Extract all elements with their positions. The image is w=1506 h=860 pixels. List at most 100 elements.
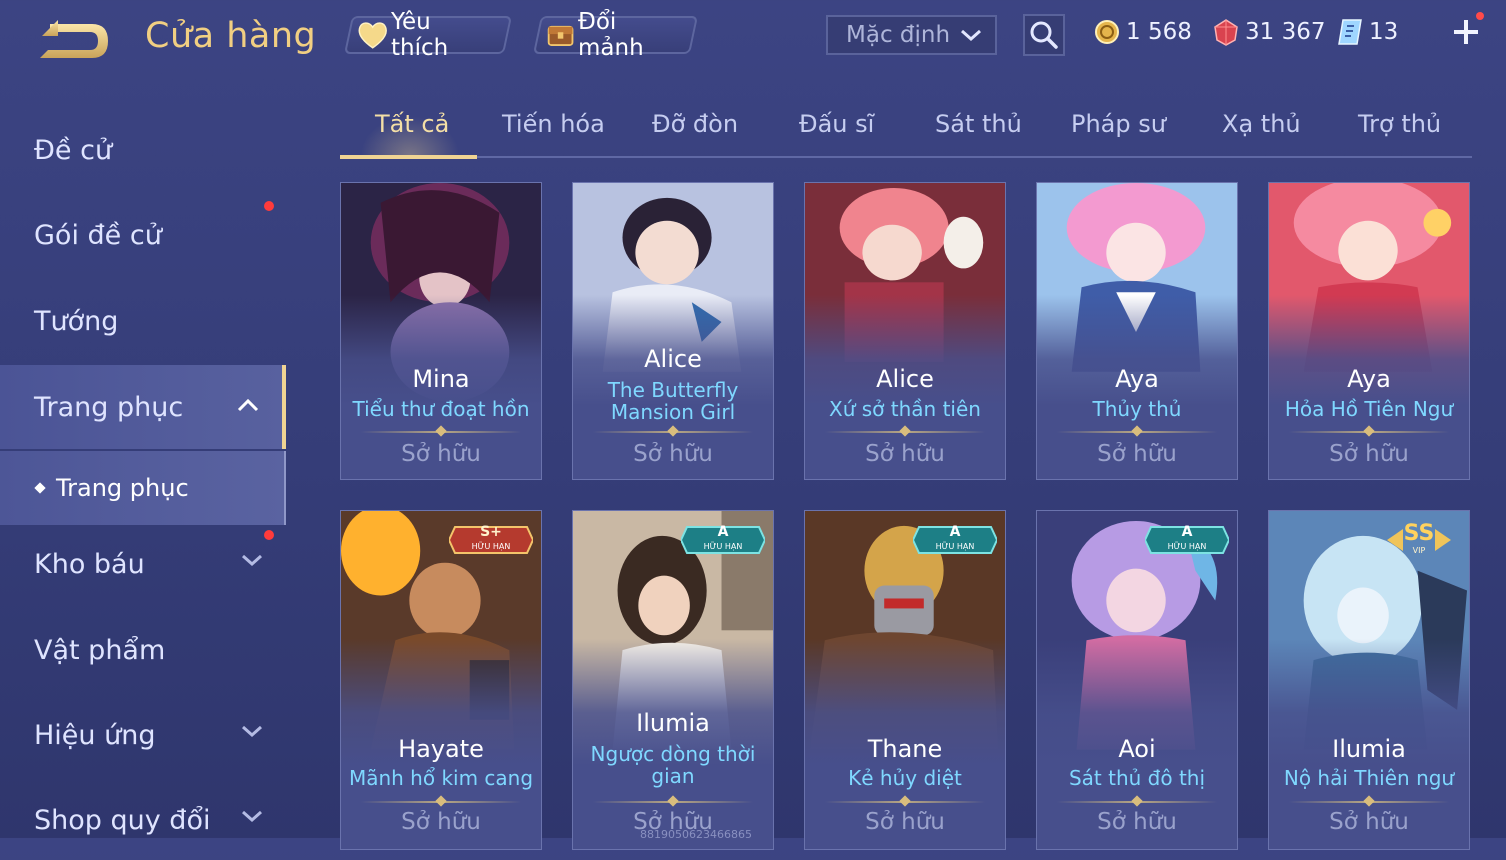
badge-limited: HỮU HẠN xyxy=(1167,542,1207,551)
voucher-ticket-icon xyxy=(1338,19,1362,45)
skin-card[interactable]: S+ HỮU HẠN Hayate Mãnh hổ kim cang Sở hữ… xyxy=(340,510,542,850)
gem-amount: 31 367 xyxy=(1245,19,1326,45)
exchange-label: Đổi mảnh xyxy=(578,9,644,61)
ownership-status: Sở hữu xyxy=(1329,441,1409,467)
search-icon xyxy=(1030,21,1058,49)
tab-mage[interactable]: Pháp sư xyxy=(1071,110,1166,138)
badge-limited: HỮU HẠN xyxy=(703,542,743,551)
ownership-status: Sở hữu xyxy=(1097,441,1177,467)
skin-card[interactable]: A HỮU HẠN Ilumia Ngược dòng thời gian Sở… xyxy=(572,510,774,850)
skin-name: Sát thủ đô thị xyxy=(1068,766,1206,790)
tab-tank[interactable]: Đỡ đòn xyxy=(652,110,738,138)
sidebar-item-skins[interactable]: Trang phục xyxy=(0,365,286,449)
tab-all[interactable]: Tất cả xyxy=(375,110,449,138)
card-divider xyxy=(361,425,521,437)
sidebar: Đề cử Gói đề cử Tướng Trang phục Trang p… xyxy=(0,100,290,838)
tab-fighter[interactable]: Đấu sĩ xyxy=(799,110,874,138)
user-id-watermark: 8819050623466865 xyxy=(640,828,752,841)
ownership-status: Sở hữu xyxy=(1097,809,1177,835)
add-currency-icon[interactable] xyxy=(1450,16,1482,48)
skin-card[interactable]: Mina Tiểu thư đoạt hồn Sở hữu xyxy=(340,182,542,480)
exchange-fragments-button[interactable]: Đổi mảnh xyxy=(532,9,699,61)
notification-dot xyxy=(1476,12,1484,20)
skin-name: Ngược dòng thời gian xyxy=(590,742,756,788)
sidebar-item-label: Hiệu ứng xyxy=(34,719,156,751)
rank-badge: SS VIP xyxy=(1377,521,1461,557)
bullet-diamond-icon xyxy=(34,482,46,494)
badge-rank: A xyxy=(717,524,729,540)
sidebar-item-label: Trang phục xyxy=(34,391,184,423)
hero-name: Thane xyxy=(867,735,943,763)
skin-name: Xứ sở thần tiên xyxy=(829,397,981,421)
card-divider xyxy=(361,795,521,807)
sidebar-item-recommended[interactable]: Đề cử xyxy=(0,110,286,190)
notification-dot xyxy=(264,201,274,211)
tab-marksman[interactable]: Xạ thủ xyxy=(1222,110,1301,138)
sidebar-item-recommended-packs[interactable]: Gói đề cử xyxy=(0,195,286,275)
skin-card[interactable]: Aya Hỏa Hồ Tiên Ngư Sở hữu xyxy=(1268,182,1470,480)
sidebar-item-heroes[interactable]: Tướng xyxy=(0,281,286,361)
tab-support[interactable]: Trợ thủ xyxy=(1358,110,1441,138)
hero-name: Ilumia xyxy=(1332,735,1406,763)
gold-balance: 1 568 xyxy=(1094,15,1192,49)
badge-limited: HỮU HẠN xyxy=(471,542,511,551)
sidebar-subitem-label: Trang phục xyxy=(56,474,189,502)
card-divider xyxy=(593,425,753,437)
sidebar-item-effects[interactable]: Hiệu ứng xyxy=(0,695,286,775)
sidebar-item-label: Gói đề cử xyxy=(34,219,162,251)
back-arrow-icon[interactable] xyxy=(36,18,112,64)
sidebar-item-label: Tướng xyxy=(34,305,119,337)
page-title: Cửa hàng xyxy=(145,16,317,56)
tab-assassin[interactable]: Sát thủ xyxy=(935,110,1022,138)
badge-rank: SS xyxy=(1403,521,1435,546)
hero-name: Alice xyxy=(876,365,934,393)
treasure-chest-icon xyxy=(547,25,574,46)
badge-limited: HỮU HẠN xyxy=(935,542,975,551)
skin-name: Hỏa Hồ Tiên Ngư xyxy=(1284,397,1454,421)
rank-badge: A HỮU HẠN xyxy=(911,523,999,557)
sidebar-item-items[interactable]: Vật phẩm xyxy=(0,610,286,690)
voucher-balance: 13 xyxy=(1337,15,1398,49)
hero-name: Aya xyxy=(1347,365,1391,393)
sidebar-subitem-skins[interactable]: Trang phục xyxy=(0,451,286,525)
skin-card[interactable]: A HỮU HẠN Aoi Sát thủ đô thị Sở hữu xyxy=(1036,510,1238,850)
hero-name: Aya xyxy=(1115,365,1159,393)
sidebar-item-exchange-shop[interactable]: Shop quy đổi xyxy=(0,780,286,860)
skin-card[interactable]: Aya Thủy thủ Sở hữu xyxy=(1036,182,1238,480)
sidebar-item-treasure[interactable]: Kho báu xyxy=(0,524,286,604)
search-button[interactable] xyxy=(1023,14,1065,56)
red-gem-icon xyxy=(1214,19,1238,46)
active-tab-indicator xyxy=(340,155,477,159)
ownership-status: Sở hữu xyxy=(1329,809,1409,835)
rank-badge: S+ HỮU HẠN xyxy=(447,523,535,557)
voucher-amount: 13 xyxy=(1369,19,1399,45)
sidebar-item-label: Vật phẩm xyxy=(34,634,166,666)
card-divider xyxy=(1057,425,1217,437)
card-divider xyxy=(1289,795,1449,807)
ownership-status: Sở hữu xyxy=(633,441,713,467)
card-divider xyxy=(593,795,753,807)
gold-amount: 1 568 xyxy=(1126,19,1192,45)
tab-evolution[interactable]: Tiến hóa xyxy=(502,110,605,138)
skin-name: Nộ hải Thiên ngư xyxy=(1283,766,1455,790)
sidebar-item-label: Kho báu xyxy=(34,548,145,580)
hero-name: Mina xyxy=(412,365,470,393)
skin-card[interactable]: Alice Xứ sở thần tiên Sở hữu xyxy=(804,182,1006,480)
hero-name: Ilumia xyxy=(636,709,710,737)
hero-name: Aoi xyxy=(1118,735,1156,763)
chevron-down-icon xyxy=(242,554,262,567)
sidebar-item-label: Đề cử xyxy=(34,134,113,166)
skin-card[interactable]: Alice The Butterfly Mansion Girl Sở hữu xyxy=(572,182,774,480)
sort-dropdown[interactable]: Mặc định xyxy=(826,15,997,55)
chevron-down-icon xyxy=(242,810,262,823)
chevron-up-icon xyxy=(237,398,259,412)
rank-badge: A HỮU HẠN xyxy=(679,523,767,557)
skin-card[interactable]: SS VIP Ilumia Nộ hải Thiên ngư Sở hữu xyxy=(1268,510,1470,850)
favorites-button[interactable]: Yêu thích xyxy=(343,9,513,61)
ownership-status: Sở hữu xyxy=(401,441,481,467)
skin-card[interactable]: A HỮU HẠN Thane Kẻ hủy diệt Sở hữu xyxy=(804,510,1006,850)
ownership-status: Sở hữu xyxy=(401,809,481,835)
gold-coin-icon xyxy=(1095,20,1119,44)
skin-name: The Butterfly Mansion Girl xyxy=(607,378,739,424)
skin-name: Tiểu thư đoạt hồn xyxy=(352,397,530,421)
